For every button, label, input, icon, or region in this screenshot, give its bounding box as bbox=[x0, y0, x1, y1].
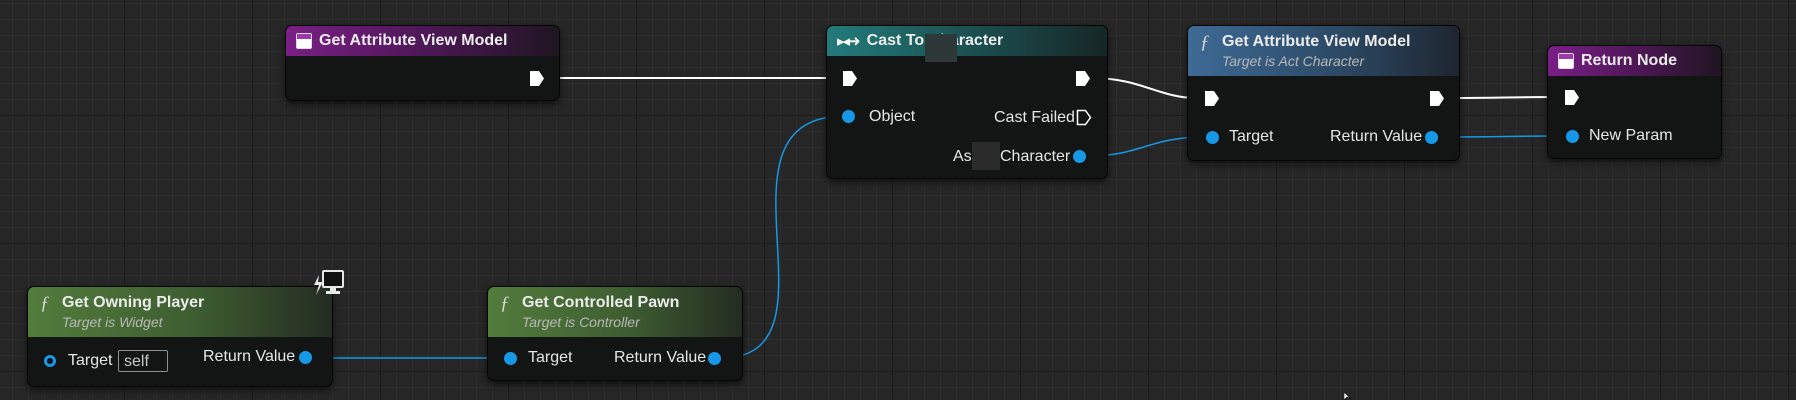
redacted-block bbox=[972, 142, 1000, 170]
node-subtitle: Target is Widget bbox=[62, 314, 163, 330]
node-title: Return Node bbox=[1581, 52, 1677, 69]
target-self-input[interactable]: self bbox=[118, 350, 168, 372]
exec-in-pin[interactable] bbox=[842, 70, 858, 87]
node-header: Return Node bbox=[1548, 46, 1721, 76]
cast-failed-pin-label: Cast Failed bbox=[994, 109, 1075, 126]
function-icon: ƒ bbox=[500, 293, 510, 314]
target-pin-label: Target bbox=[528, 349, 573, 366]
exec-wire-3 bbox=[1449, 96, 1561, 99]
target-input-pin[interactable] bbox=[504, 352, 517, 365]
node-subtitle: Target is Act Character bbox=[1222, 53, 1365, 69]
node-title: Get Controlled Pawn bbox=[522, 294, 680, 311]
exec-out-pin[interactable] bbox=[1429, 90, 1445, 107]
return-value-pin-label: Return Value bbox=[1330, 128, 1423, 145]
node-header: ƒ Get Owning Player Target is Widget bbox=[28, 287, 332, 337]
new-param-input-pin[interactable] bbox=[1566, 130, 1579, 143]
node-title: Get Attribute View Model bbox=[319, 32, 508, 49]
node-title: Get Attribute View Model bbox=[1222, 33, 1411, 50]
node-header: Get Attribute View Model bbox=[286, 26, 559, 56]
cast-to-character-node[interactable]: ▸◂➜ Cast To Character Object Cast Failed… bbox=[826, 25, 1108, 179]
object-pin-label: Object bbox=[869, 108, 916, 125]
cast-failed-exec-pin[interactable] bbox=[1076, 109, 1092, 126]
new-param-pin-label: New Param bbox=[1589, 127, 1673, 144]
target-pin-label: Target bbox=[68, 352, 113, 369]
get-attribute-view-model-event-node[interactable]: Get Attribute View Model bbox=[285, 25, 560, 101]
target-pin-label: Target bbox=[1229, 128, 1274, 145]
node-subtitle: Target is Controller bbox=[522, 314, 640, 330]
node-header: ƒ Get Controlled Pawn Target is Controll… bbox=[488, 287, 742, 337]
function-icon: ƒ bbox=[1200, 32, 1210, 53]
get-controlled-pawn-node[interactable]: ƒ Get Controlled Pawn Target is Controll… bbox=[487, 286, 743, 381]
cast-icon: ▸◂➜ bbox=[837, 33, 861, 50]
redacted-block bbox=[925, 34, 957, 62]
node-title: Get Owning Player bbox=[62, 294, 205, 311]
network-icon bbox=[314, 270, 344, 295]
event-icon bbox=[296, 33, 312, 49]
object-input-pin[interactable] bbox=[842, 110, 855, 123]
exec-in-pin[interactable] bbox=[1204, 90, 1220, 107]
return-node[interactable]: Return Node New Param bbox=[1547, 45, 1722, 159]
return-value-pin-label: Return Value bbox=[614, 349, 707, 366]
as-pin-label-suffix: Character bbox=[1000, 148, 1071, 165]
exec-in-pin[interactable] bbox=[1564, 89, 1580, 106]
target-input-pin[interactable] bbox=[1206, 131, 1219, 144]
return-value-pin-label: Return Value bbox=[203, 348, 296, 365]
function-icon: ƒ bbox=[40, 293, 50, 314]
exec-out-pin[interactable] bbox=[1075, 70, 1091, 87]
event-icon bbox=[1558, 53, 1574, 69]
target-input-pin[interactable] bbox=[44, 355, 56, 367]
mouse-cursor-icon bbox=[1344, 392, 1352, 400]
exec-out-pin[interactable] bbox=[529, 70, 545, 87]
node-header: ƒ Get Attribute View Model Target is Act… bbox=[1188, 26, 1459, 76]
return-value-output-pin[interactable] bbox=[1425, 131, 1438, 144]
return-value-output-pin[interactable] bbox=[708, 352, 721, 365]
as-character-output-pin[interactable] bbox=[1073, 150, 1086, 163]
return-value-output-pin[interactable] bbox=[299, 351, 312, 364]
get-owning-player-node[interactable]: ƒ Get Owning Player Target is Widget Tar… bbox=[27, 286, 333, 387]
as-pin-label-prefix: As bbox=[953, 148, 972, 165]
node-header: ▸◂➜ Cast To Character bbox=[827, 26, 1107, 56]
get-attribute-view-model-function-node[interactable]: ƒ Get Attribute View Model Target is Act… bbox=[1187, 25, 1460, 161]
